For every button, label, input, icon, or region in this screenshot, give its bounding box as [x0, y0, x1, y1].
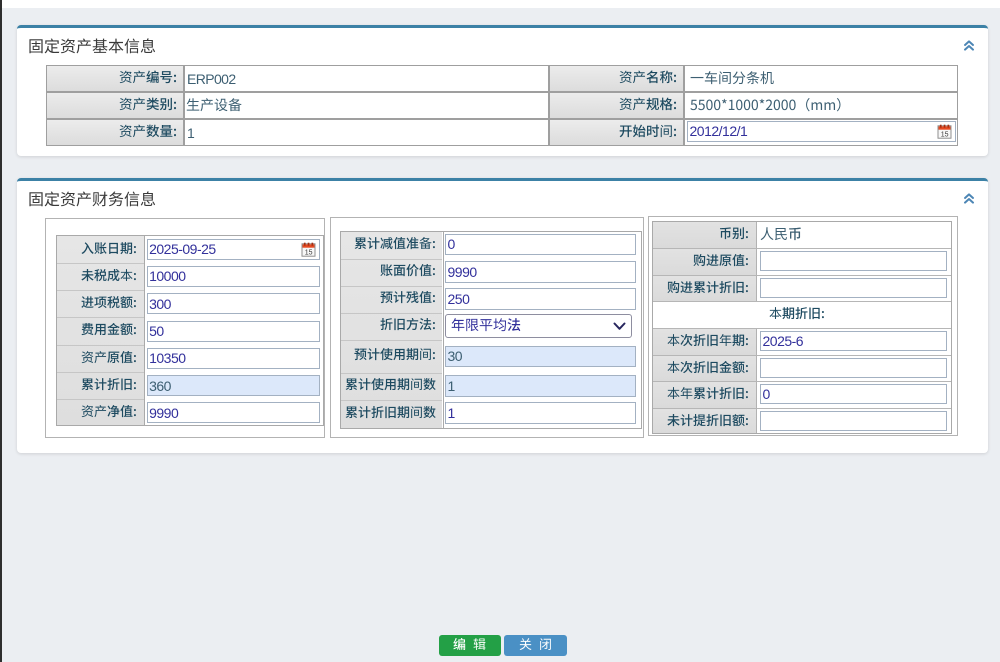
svg-text:15: 15: [940, 131, 948, 138]
svg-text:15: 15: [304, 249, 312, 256]
